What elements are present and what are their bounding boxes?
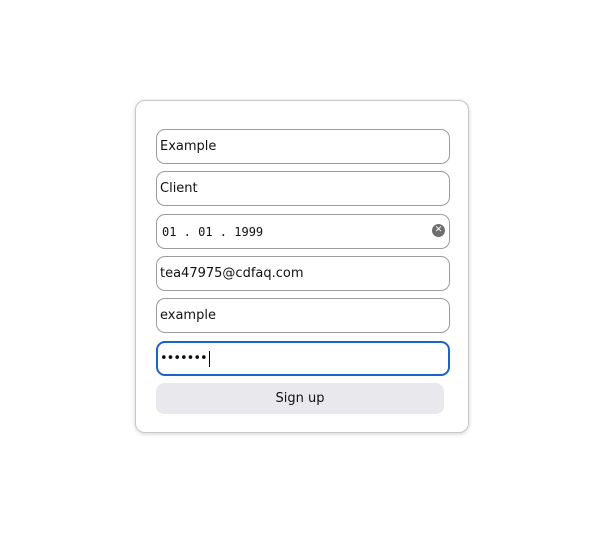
first-name-field[interactable]: Example (156, 129, 450, 164)
text-caret (208, 350, 210, 367)
email-field[interactable]: tea47975@cdfaq.com (156, 256, 450, 291)
sign-up-button[interactable]: Sign up (156, 383, 444, 414)
password-value: ••••••• (160, 351, 208, 366)
password-field[interactable]: ••••••• (156, 341, 450, 376)
email-value: tea47975@cdfaq.com (160, 266, 304, 281)
clear-icon[interactable]: ✕ (432, 224, 445, 237)
sign-up-label: Sign up (275, 391, 325, 406)
birth-date-field[interactable]: 01 . 01 . 1999 ✕ (156, 214, 450, 249)
last-name-value: Client (160, 181, 198, 196)
username-field[interactable]: example (156, 298, 450, 333)
last-name-field[interactable]: Client (156, 171, 450, 206)
first-name-value: Example (160, 139, 217, 154)
birth-date-value: 01 . 01 . 1999 (162, 224, 264, 239)
username-value: example (160, 308, 216, 323)
signup-form-card: Example Client 01 . 01 . 1999 ✕ tea47975… (135, 100, 469, 433)
